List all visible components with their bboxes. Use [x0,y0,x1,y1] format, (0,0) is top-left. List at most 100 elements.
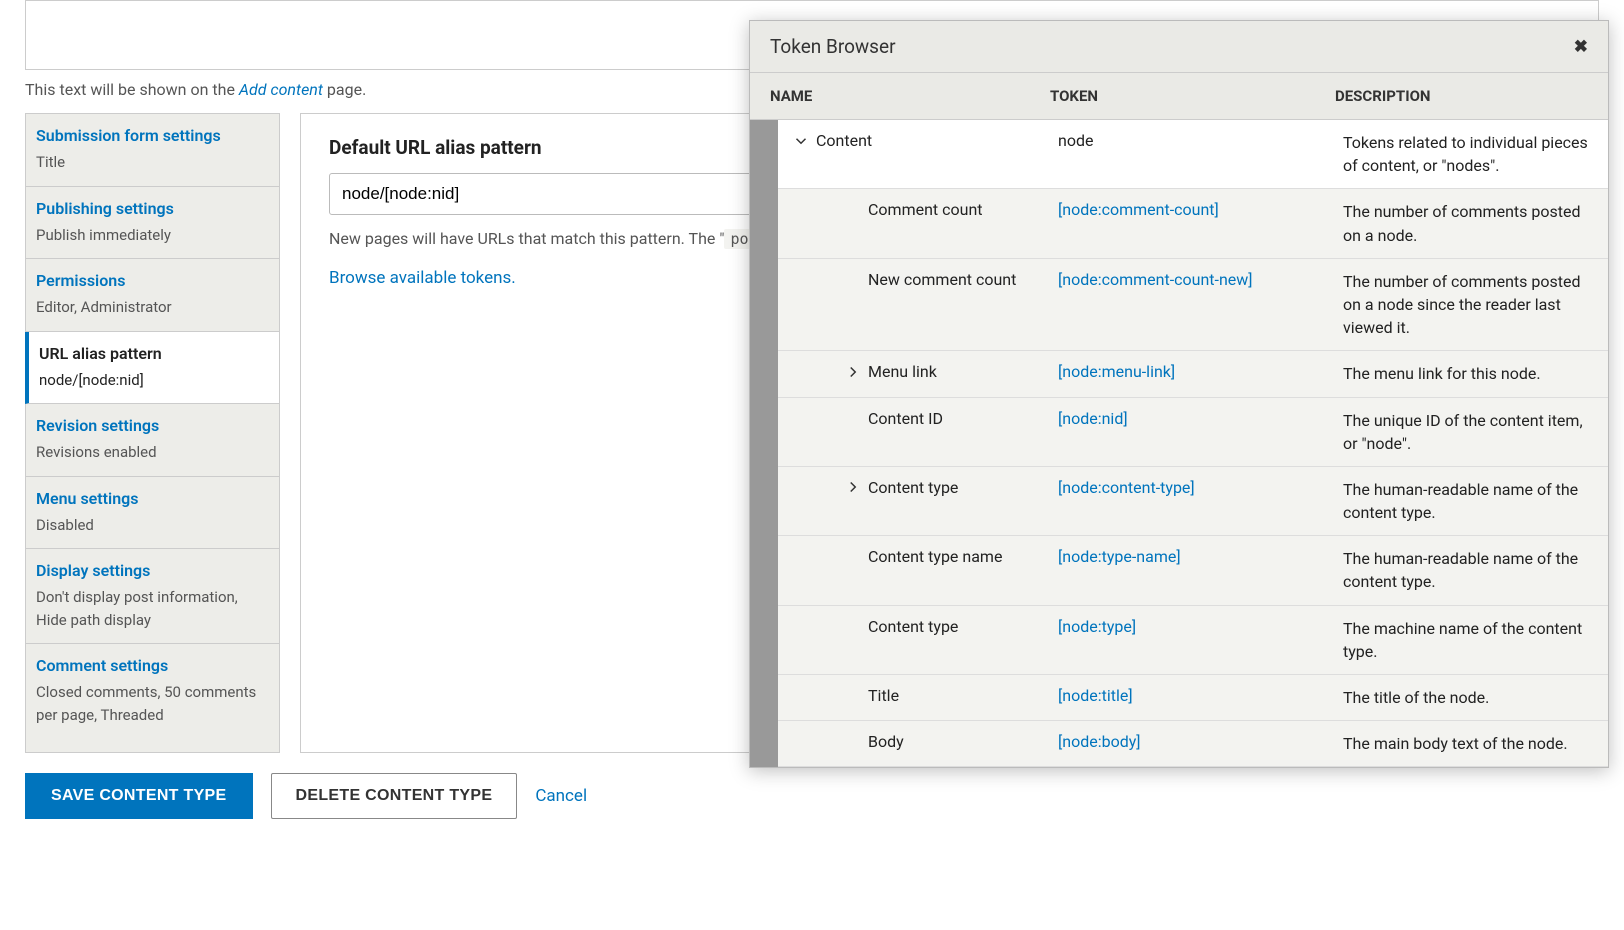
token-value-cell: [node:menu-link] [1058,362,1343,381]
token-value-cell: [node:type-name] [1058,547,1343,566]
token-value-cell: [node:type] [1058,617,1343,636]
token-link[interactable]: [node:title] [1058,686,1133,705]
token-link[interactable]: [node:body] [1058,732,1141,751]
token-link[interactable]: [node:type-name] [1058,547,1181,566]
token-value-cell: node [1058,131,1343,150]
token-description: The machine name of the content type. [1343,617,1588,663]
vertical-tab[interactable]: Permissions Editor, Administrator [26,259,279,332]
token-value-cell: [node:content-type] [1058,478,1343,497]
token-value-cell: [node:title] [1058,686,1343,705]
token-value-cell: [node:comment-count-new] [1058,270,1343,289]
vertical-tab-title: Publishing settings [36,199,269,218]
header-description: DESCRIPTION [1335,87,1588,105]
vertical-tab[interactable]: Comment settings Closed comments, 50 comm… [26,644,279,738]
token-description: Tokens related to individual pieces of c… [1343,131,1588,177]
vertical-tab-summary: Closed comments, 50 comments per page, T… [36,681,269,726]
token-link[interactable]: [node:nid] [1058,409,1128,428]
vertical-tab-summary: Don't display post information, Hide pat… [36,586,269,631]
vertical-tab-summary: Revisions enabled [36,441,269,464]
token-name-cell: Comment count [778,200,1058,219]
vertical-tab-summary: Disabled [36,514,269,537]
token-row: Body [node:body] The main body text of the… [778,721,1608,767]
token-name: Comment count [868,200,983,219]
form-actions: SAVE CONTENT TYPE DELETE CONTENT TYPE Ca… [25,773,1599,819]
token-description: The human-readable name of the content t… [1343,547,1588,593]
vertical-tab-summary: Title [36,151,269,174]
token-row: Content type name [node:type-name] The hum… [778,536,1608,605]
token-description: The unique ID of the content item, or "n… [1343,409,1588,455]
token-name-cell[interactable]: Content [778,131,1058,150]
token-table-header: NAME TOKEN DESCRIPTION [750,73,1608,120]
token-value-cell: [node:comment-count] [1058,200,1343,219]
header-token: TOKEN [1050,87,1335,105]
token-name-cell[interactable]: Menu link [778,362,1058,381]
add-content-link[interactable]: Add content [239,80,323,99]
token-browser-dialog: Token Browser ✖ NAME TOKEN DESCRIPTION C… [749,20,1609,768]
token-name-cell: Body [778,732,1058,751]
vertical-tab[interactable]: Display settingsDon't display post infor… [26,549,279,644]
token-name: Body [868,732,904,751]
token-name-cell: Content type name [778,547,1058,566]
close-icon[interactable]: ✖ [1574,37,1588,57]
token-value-cell: [node:nid] [1058,409,1343,428]
vertical-tab-summary: Editor, Administrator [36,296,269,319]
token-value-cell: [node:body] [1058,732,1343,751]
vertical-tab[interactable]: Revision settings Revisions enabled [26,404,279,477]
token-row: Content type [node:type] The machine name … [778,606,1608,675]
vertical-tab-title: Permissions [36,271,269,290]
token-row: Title [node:title] The title of the node. [778,675,1608,721]
browse-tokens-link[interactable]: Browse available tokens. [329,268,516,288]
token-name-cell: New comment count [778,270,1058,289]
vertical-tab-title: Revision settings [36,416,269,435]
token-row: Content type [node:content-type] The human… [778,467,1608,536]
token-description: The human-readable name of the content t… [1343,478,1588,524]
token-description: The title of the node. [1343,686,1588,709]
token-table-body: Content nodeTokens related to individual … [750,120,1608,767]
vertical-tab[interactable]: Submission form settings Title [26,114,279,187]
token-name: Title [868,686,899,705]
vertical-tab-summary: node/[node:nid] [39,369,269,392]
token-row: Comment count[node:comment-count]The num… [778,189,1608,258]
token-name: Content type [868,478,958,497]
token-link[interactable]: [node:comment-count-new] [1058,270,1253,289]
save-button[interactable]: SAVE CONTENT TYPE [25,773,253,819]
token-row: Menu link [node:menu-link] The menu link f… [778,351,1608,397]
token-name-cell: Content type [778,617,1058,636]
header-name: NAME [770,87,1050,105]
token-description: The main body text of the node. [1343,732,1588,755]
dialog-scrollbar-gutter[interactable] [750,120,778,767]
token-name: Content [816,131,872,150]
token-name-cell: Title [778,686,1058,705]
vertical-tab-summary: Publish immediately [36,224,269,247]
token-link[interactable]: [node:content-type] [1058,478,1195,497]
dialog-titlebar: Token Browser ✖ [750,21,1608,73]
delete-button[interactable]: DELETE CONTENT TYPE [271,773,518,819]
chevron-right-icon[interactable] [846,481,860,493]
vertical-tabs: Submission form settings Title Publishing … [25,113,280,753]
vertical-tab[interactable]: URL alias pattern node/[node:nid] [25,332,279,405]
token-description: The number of comments posted on a node … [1343,270,1588,340]
vertical-tab[interactable]: Publishing settings Publish immediately [26,187,279,260]
token-row: Content nodeTokens related to individual … [778,120,1608,189]
token-link[interactable]: [node:type] [1058,617,1136,636]
token-description: The menu link for this node. [1343,362,1588,385]
token-name: New comment count [868,270,1016,289]
vertical-tab-title: URL alias pattern [39,344,269,363]
token-link[interactable]: [node:menu-link] [1058,362,1175,381]
token-name-cell[interactable]: Content type [778,478,1058,497]
cancel-link[interactable]: Cancel [535,786,587,806]
vertical-tab-title: Submission form settings [36,126,269,145]
vertical-tab-title: Menu settings [36,489,269,508]
chevron-right-icon[interactable] [846,366,860,378]
token-row: New comment count [node:comment-count-new… [778,259,1608,352]
token-name: Content ID [868,409,943,428]
vertical-tab[interactable]: Menu settings Disabled [26,477,279,550]
vertical-tab-title: Comment settings [36,656,269,675]
token-row: Content ID [node:nid] The unique ID of the… [778,398,1608,467]
token-name: Content type [868,617,958,636]
token-name-cell: Content ID [778,409,1058,428]
token-link[interactable]: [node:comment-count] [1058,200,1219,219]
chevron-down-icon[interactable] [794,135,808,147]
token-name: Menu link [868,362,937,381]
token-name: Content type name [868,547,1002,566]
